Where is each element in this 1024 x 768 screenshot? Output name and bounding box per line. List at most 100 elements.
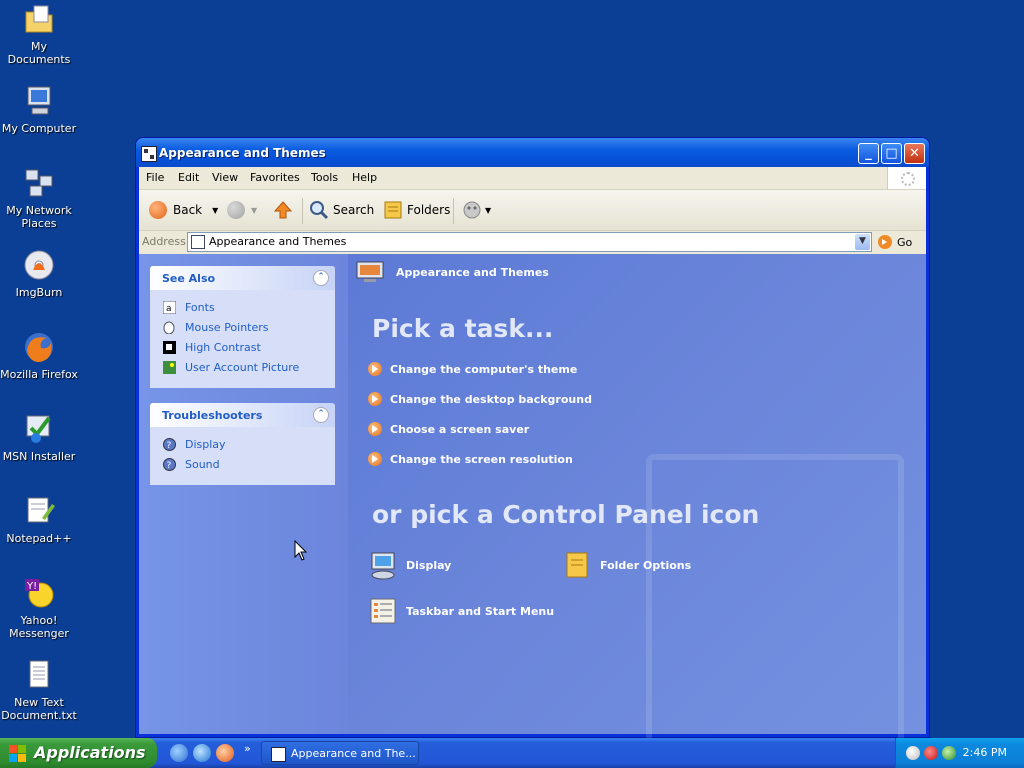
- see-also-item-fonts[interactable]: a Fonts: [150, 298, 335, 318]
- close-button[interactable]: ✕: [904, 143, 925, 164]
- task-arrow-icon: [368, 362, 382, 376]
- security-shield-icon[interactable]: [924, 746, 938, 760]
- folder-icon: [22, 2, 56, 36]
- throbber-icon: [887, 167, 926, 189]
- views-button[interactable]: ▼: [461, 198, 491, 222]
- search-icon: [310, 201, 329, 220]
- see-also-item-high-contrast[interactable]: High Contrast: [150, 338, 335, 358]
- menu-help[interactable]: Help: [352, 171, 377, 184]
- control-panel-icon: [191, 235, 205, 249]
- windows-flag-icon: [9, 745, 26, 762]
- start-button[interactable]: Applications: [0, 738, 157, 768]
- quicklaunch-internet-explorer-icon[interactable]: [193, 744, 211, 762]
- help-icon: ?: [163, 458, 176, 471]
- collapse-chevron-icon[interactable]: ⌃: [313, 407, 329, 423]
- up-arrow-icon: [273, 201, 293, 219]
- installer-icon: [22, 412, 56, 446]
- back-dropdown-icon[interactable]: ▼: [212, 206, 218, 215]
- collapse-chevron-icon[interactable]: ⌃: [313, 270, 329, 286]
- desktop-icon-my-computer[interactable]: My Computer: [0, 84, 78, 135]
- address-dropdown-button[interactable]: ▼: [855, 234, 870, 250]
- control-panel-icon: [141, 146, 157, 162]
- menu-edit[interactable]: Edit: [178, 171, 199, 184]
- window-title: Appearance and Themes: [159, 146, 326, 160]
- up-folder-button[interactable]: [273, 198, 293, 222]
- back-button[interactable]: Back ▼: [149, 198, 218, 222]
- task-choose-screen-saver[interactable]: Choose a screen saver: [368, 422, 529, 436]
- system-tray: 2:46 PM: [895, 738, 1024, 768]
- appearance-themes-icon: [356, 261, 384, 282]
- toolbar-separator: [453, 198, 454, 224]
- menu-bar: File Edit View Favorites Tools Help: [139, 167, 926, 190]
- forward-arrow-icon: [227, 201, 245, 219]
- control-panel-window: Appearance and Themes _ □ ✕ File Edit Vi…: [136, 138, 929, 746]
- taskbar-button-appearance-themes[interactable]: Appearance and The...: [261, 741, 419, 765]
- search-label: Search: [333, 203, 375, 217]
- main-pane: Appearance and Themes Pick a task... Cha…: [348, 254, 926, 746]
- task-change-desktop-background[interactable]: Change the desktop background: [368, 392, 592, 406]
- mouse-icon: [163, 321, 175, 334]
- quicklaunch-more-icon[interactable]: »: [244, 742, 251, 755]
- desktop-icon-mozilla-firefox[interactable]: Mozilla Firefox: [0, 330, 78, 381]
- task-pane: See Also ⌃ a Fonts Mouse Pointers High C…: [139, 254, 348, 734]
- start-label: Applications: [34, 743, 146, 762]
- address-input[interactable]: Appearance and Themes ▼: [187, 232, 872, 252]
- quicklaunch-show-desktop-icon[interactable]: [170, 744, 188, 762]
- toolbar: Back ▼ ▼ Search Folders ▼: [139, 190, 926, 231]
- pick-icon-heading: or pick a Control Panel icon: [372, 500, 760, 529]
- breadcrumb-title: Appearance and Themes: [396, 265, 549, 279]
- back-label: Back: [173, 203, 203, 217]
- desktop-icon-my-documents[interactable]: My Documents: [0, 2, 78, 66]
- cp-icon-display[interactable]: Display: [368, 550, 451, 580]
- title-bar[interactable]: Appearance and Themes _ □ ✕: [136, 138, 929, 167]
- desktop-icon-msn-installer[interactable]: MSN Installer: [0, 412, 78, 463]
- folders-button[interactable]: Folders: [383, 198, 450, 222]
- folder-options-icon: [566, 552, 588, 578]
- go-arrow-icon: [878, 235, 892, 249]
- forward-button[interactable]: ▼: [227, 198, 257, 222]
- notepad-icon: [22, 494, 56, 528]
- go-button[interactable]: Go: [877, 234, 912, 250]
- window-frame: File Edit View Favorites Tools Help Back…: [139, 167, 926, 746]
- control-panel-icon: [271, 747, 286, 762]
- desktop-icon-imgburn[interactable]: ImgBurn: [0, 248, 78, 299]
- views-icon: [463, 201, 481, 219]
- background-watermark: [646, 454, 904, 746]
- troubleshooter-sound[interactable]: ? Sound: [150, 455, 335, 475]
- cp-icon-folder-options[interactable]: Folder Options: [562, 550, 691, 580]
- views-dropdown-icon: ▼: [485, 205, 492, 215]
- troubleshooter-display[interactable]: ? Display: [150, 435, 335, 455]
- quicklaunch-media-player-icon[interactable]: [216, 744, 234, 762]
- svg-text:?: ?: [167, 441, 172, 451]
- task-change-screen-resolution[interactable]: Change the screen resolution: [368, 452, 573, 466]
- see-also-item-user-account-picture[interactable]: User Account Picture: [150, 358, 335, 378]
- desktop-icon-new-text-document[interactable]: New Text Document.txt: [0, 658, 78, 722]
- help-icon: ?: [163, 438, 176, 451]
- menu-favorites[interactable]: Favorites: [250, 171, 300, 184]
- menu-file[interactable]: File: [146, 171, 164, 184]
- minimize-button[interactable]: _: [858, 143, 879, 164]
- mouse-cursor-icon: [294, 540, 308, 561]
- toolbar-separator: [302, 198, 303, 224]
- cp-icon-taskbar-start-menu[interactable]: Taskbar and Start Menu: [368, 596, 554, 626]
- task-change-theme[interactable]: Change the computer's theme: [368, 362, 577, 376]
- desktop-icon-notepad-plus-plus[interactable]: Notepad++: [0, 494, 78, 545]
- menu-view[interactable]: View: [212, 171, 238, 184]
- menu-tools[interactable]: Tools: [311, 171, 338, 184]
- see-also-header[interactable]: See Also ⌃: [150, 266, 335, 290]
- taskbar: Applications » Appearance and The... 2:4…: [0, 738, 1024, 768]
- task-arrow-icon: [368, 392, 382, 406]
- network-tray-icon[interactable]: [942, 746, 956, 760]
- search-button[interactable]: Search: [309, 198, 374, 222]
- address-label: Address: [142, 235, 186, 248]
- see-also-item-mouse-pointers[interactable]: Mouse Pointers: [150, 318, 335, 338]
- clock[interactable]: 2:46 PM: [963, 746, 1007, 759]
- maximize-button[interactable]: □: [881, 143, 902, 164]
- desktop-icon-my-network-places[interactable]: My Network Places: [0, 166, 78, 230]
- high-contrast-icon: [163, 341, 176, 354]
- troubleshooters-header[interactable]: Troubleshooters ⌃: [150, 403, 335, 427]
- tray-status-icon[interactable]: [906, 746, 920, 760]
- desktop-icon-yahoo-messenger[interactable]: Y! Yahoo! Messenger: [0, 576, 78, 640]
- maximize-icon: □: [885, 146, 898, 161]
- content-area: See Also ⌃ a Fonts Mouse Pointers High C…: [139, 254, 926, 746]
